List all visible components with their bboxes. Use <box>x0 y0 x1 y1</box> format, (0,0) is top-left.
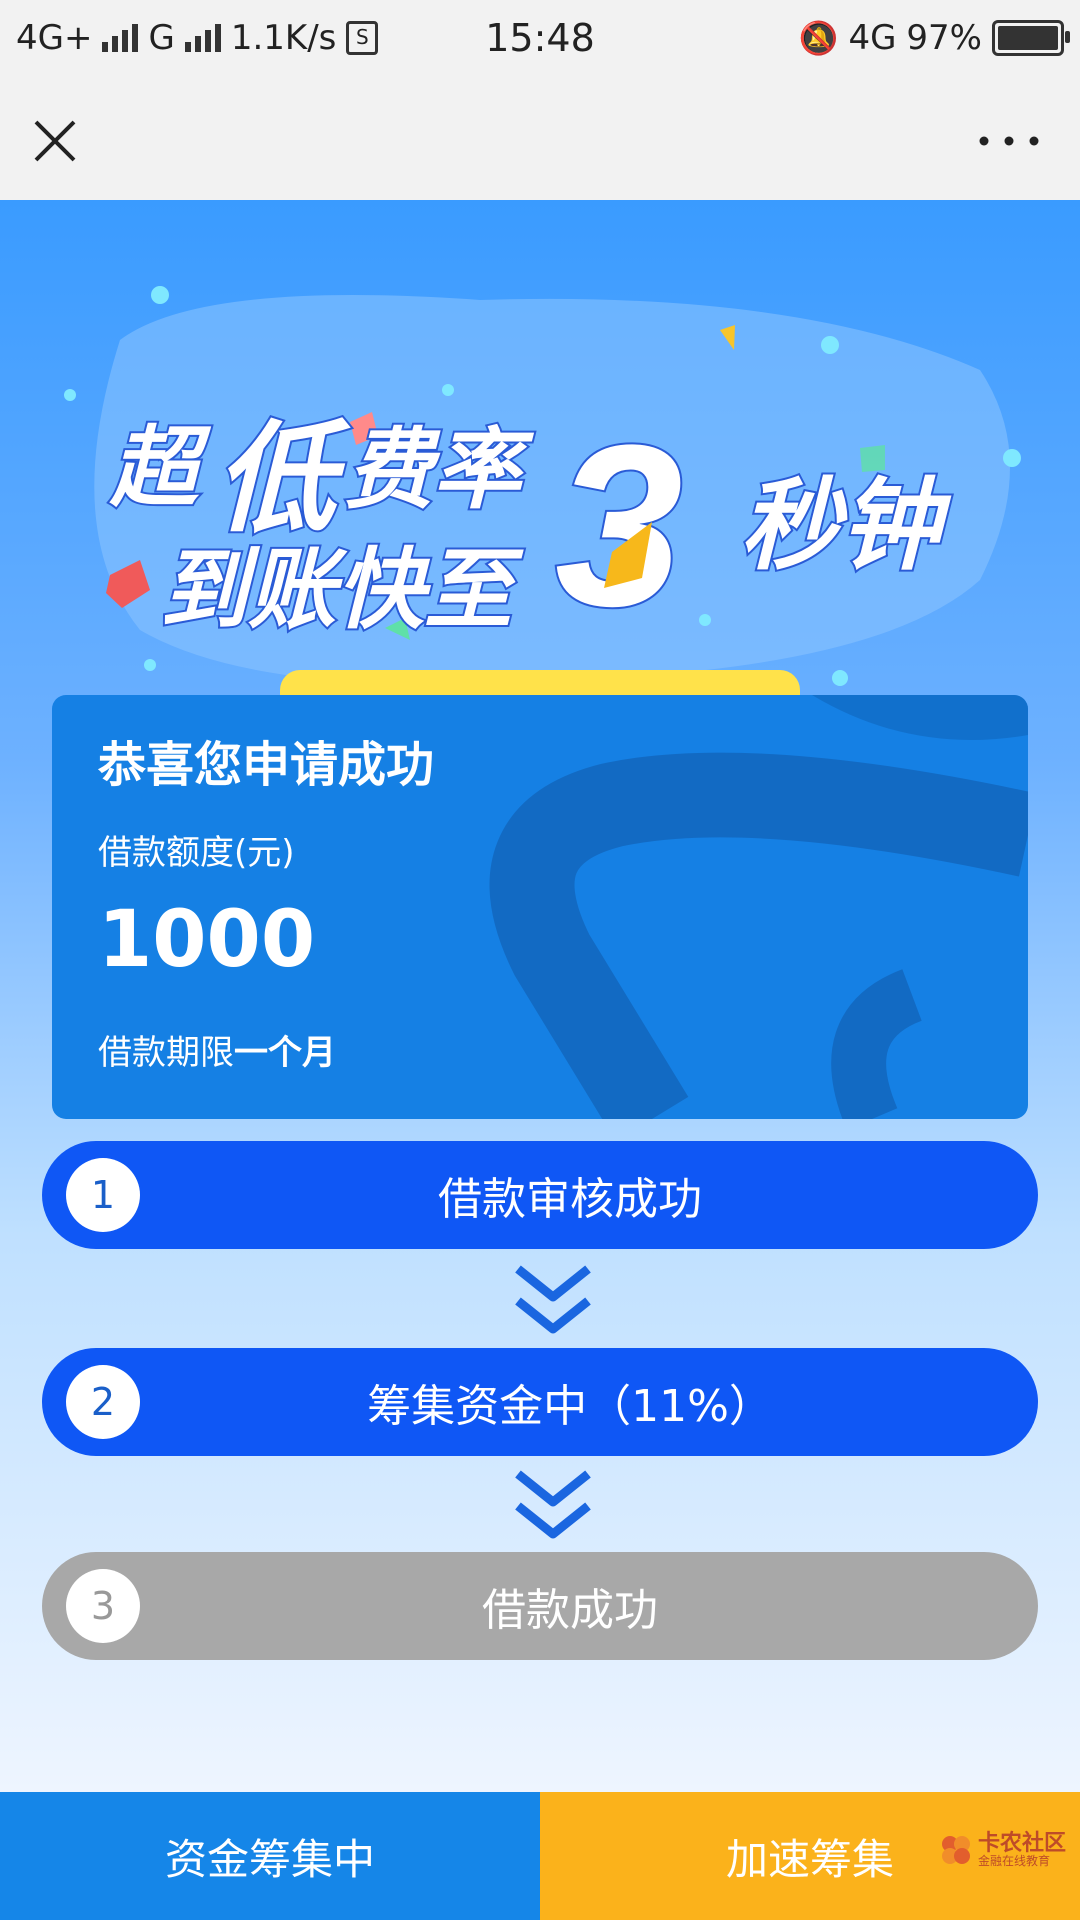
step-number: 1 <box>66 1158 140 1232</box>
banner-big-number: 3 <box>555 397 683 654</box>
banner-text-3: 秒钟 <box>740 470 952 582</box>
loan-result-card: 恭喜您申请成功 借款额度(元) 1000 借款期限一个月 <box>52 695 1028 1119</box>
kanong-logo-icon <box>941 1836 970 1864</box>
signal-icon <box>102 24 139 52</box>
step-label: 借款审核成功 <box>438 1174 702 1225</box>
network-speed: 1.1K/s <box>230 18 337 58</box>
loan-amount: 1000 <box>98 895 316 985</box>
network-label-2: G <box>148 18 175 58</box>
signal-icon-2 <box>184 24 221 52</box>
speed-up-button[interactable]: 加速筹集 卡农社区 金融在线教育 <box>540 1792 1080 1920</box>
banner-graphic: 超 低 费率 到账快至 3 秒钟 <box>64 286 1021 720</box>
bottom-action-bar: 资金筹集中 加速筹集 卡农社区 金融在线教育 <box>0 1792 1080 1920</box>
status-bar: 4G+ G 1.1K/s S 15:48 🔕 4G 97% <box>0 0 1080 76</box>
network-label: 4G+ <box>16 18 93 58</box>
battery-icon <box>992 20 1070 56</box>
step-label: 筹集资金中（11%） <box>367 1381 773 1432</box>
app-notification-icon: S <box>346 21 379 55</box>
double-chevron-down-icon <box>515 1265 591 1334</box>
promo-banner: 超 低 费率 到账快至 3 秒钟 <box>0 200 1080 720</box>
watermark-main: 卡农社区 <box>977 1831 1066 1856</box>
more-options-icon[interactable] <box>974 126 1044 156</box>
status-left: 4G+ G 1.1K/s S <box>16 18 379 58</box>
amount-label: 借款额度(元) <box>98 833 295 873</box>
term-value: 一个月 <box>234 1033 336 1073</box>
main-content: 超 低 费率 到账快至 3 秒钟 恭喜您申请成功 借款额度(元) 1000 借款… <box>0 200 1080 1792</box>
raising-funds-button[interactable]: 资金筹集中 <box>0 1792 540 1920</box>
card-title: 恭喜您申请成功 <box>98 737 435 793</box>
step-label: 借款成功 <box>482 1585 658 1636</box>
term-label: 借款期限 <box>98 1033 234 1073</box>
step-number: 2 <box>66 1365 140 1439</box>
nav-bar <box>0 76 1080 201</box>
double-chevron-down-icon <box>515 1470 591 1539</box>
banner-text-1a: 超 <box>109 418 212 517</box>
banner-text-2: 到账快至 <box>160 540 524 639</box>
watermark-text: 卡农社区 金融在线教育 <box>977 1831 1066 1868</box>
step-loan-success: 3 借款成功 <box>42 1552 1038 1660</box>
mute-bell-icon: 🔕 <box>798 19 839 57</box>
watermark-sub: 金融在线教育 <box>977 1854 1050 1868</box>
status-right: 🔕 4G 97% <box>798 18 1070 58</box>
speed-up-label: 加速筹集 <box>725 1834 894 1884</box>
loan-term: 借款期限一个月 <box>98 1025 336 1074</box>
step-number: 3 <box>66 1569 140 1643</box>
network-label-3: 4G <box>848 18 897 58</box>
step-review-success: 1 借款审核成功 <box>42 1141 1038 1249</box>
banner-text-1b: 低 <box>215 412 351 546</box>
step-raising-funds: 2 筹集资金中（11%） <box>42 1348 1038 1456</box>
banner-text-1c: 费率 <box>345 420 535 519</box>
close-icon[interactable] <box>30 116 80 166</box>
watermark: 卡农社区 金融在线教育 <box>938 1832 1066 1868</box>
battery-percent: 97% <box>906 18 982 58</box>
